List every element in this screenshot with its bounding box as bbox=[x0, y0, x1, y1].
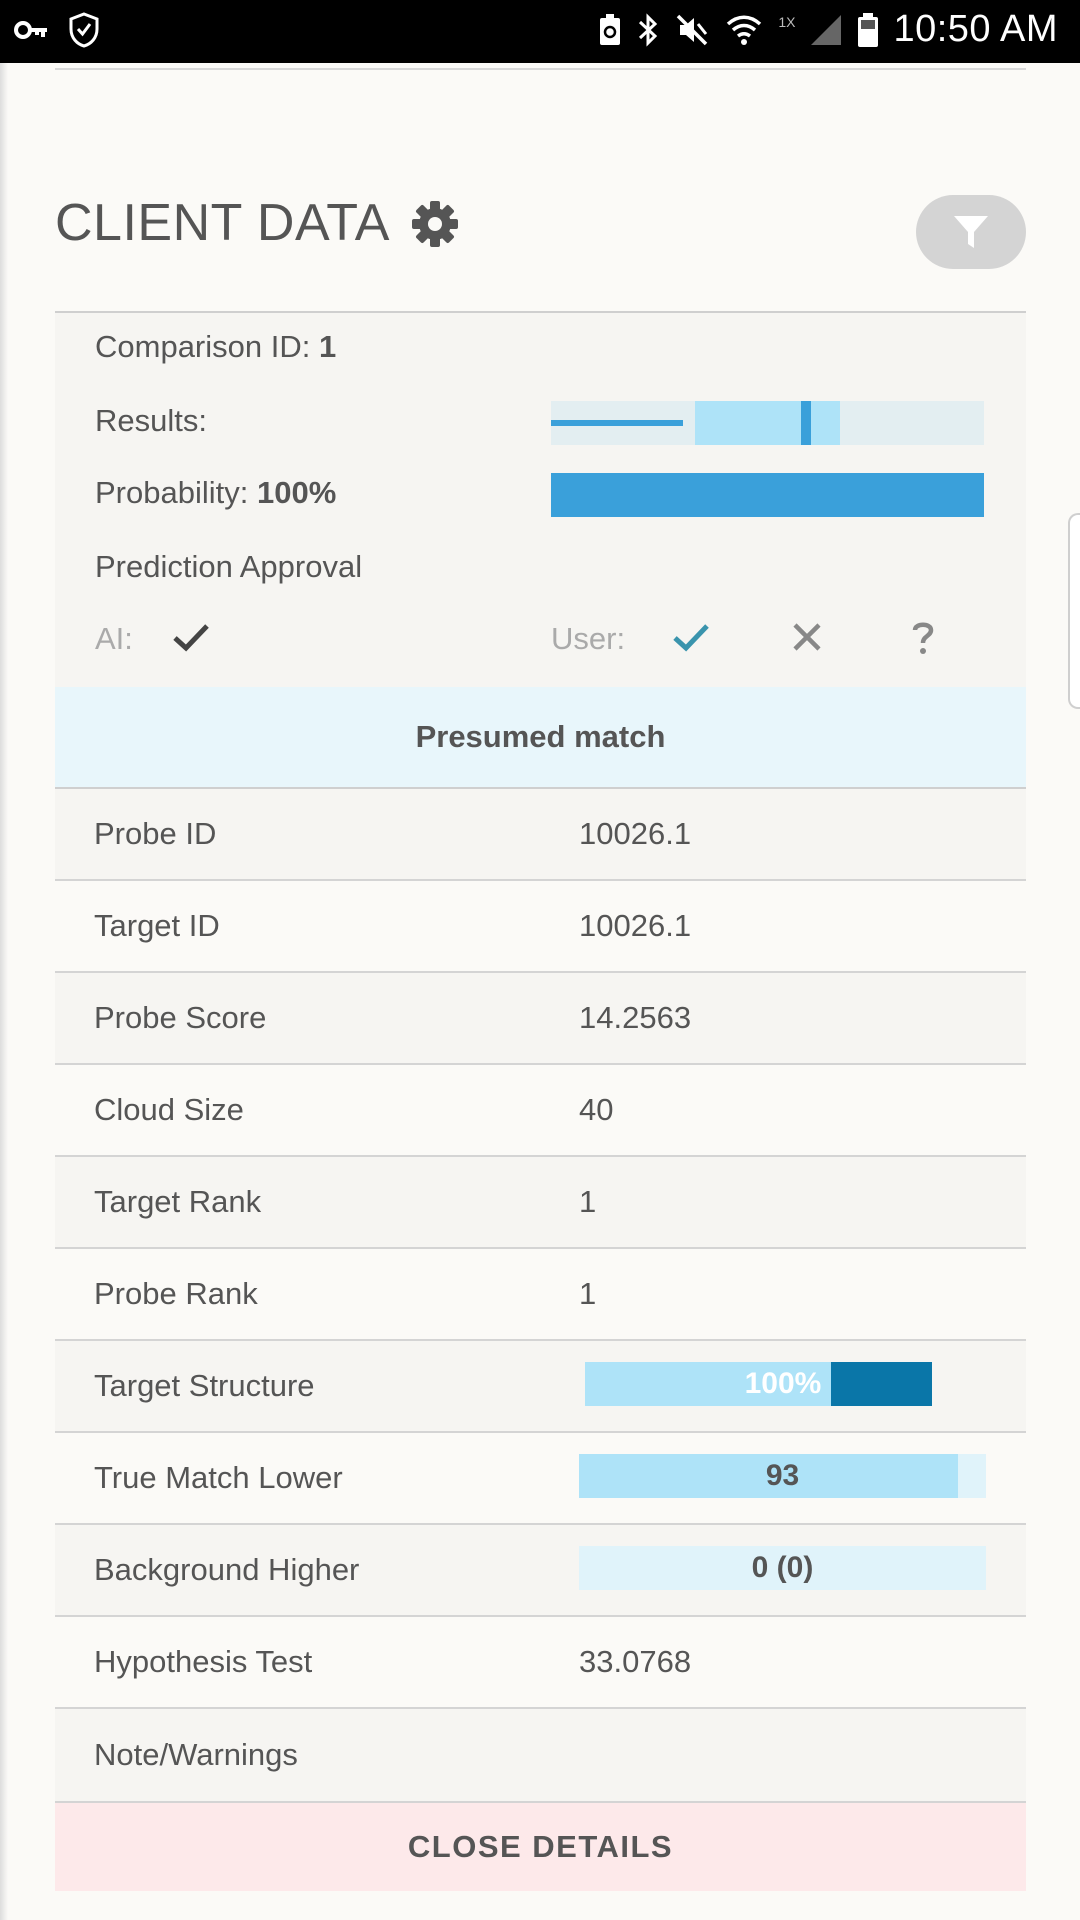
filter-icon bbox=[954, 216, 988, 248]
close-details-button[interactable]: CLOSE DETAILS bbox=[55, 1801, 1026, 1891]
table-row: Target ID 10026.1 bbox=[55, 881, 1026, 973]
row-key: Target ID bbox=[94, 908, 220, 943]
table-row: Probe Score 14.2563 bbox=[55, 973, 1026, 1065]
results-band bbox=[695, 401, 840, 445]
probability-value: 100% bbox=[256, 475, 337, 510]
ai-label: AI: bbox=[95, 621, 133, 656]
divider bbox=[55, 68, 1026, 70]
shield-icon bbox=[69, 12, 99, 48]
unsure-question-icon[interactable] bbox=[903, 617, 943, 657]
wifi-icon bbox=[727, 15, 762, 45]
table-row-target-structure: Target Structure 100% bbox=[55, 1341, 1026, 1433]
reject-close-icon[interactable] bbox=[787, 617, 827, 657]
results-marker bbox=[801, 401, 812, 445]
prediction-approval-label: Prediction Approval bbox=[95, 549, 363, 584]
true-match-lower-text: 93 bbox=[765, 1459, 800, 1492]
table-row-background-higher: Background Higher 0 (0) bbox=[55, 1525, 1026, 1617]
comparison-id-value: 1 bbox=[318, 329, 337, 364]
row-value: 1 bbox=[579, 1184, 597, 1219]
probability-bar bbox=[551, 473, 984, 517]
comparison-id: Comparison ID: 1 bbox=[95, 329, 337, 364]
row-value: 40 bbox=[579, 1092, 614, 1127]
row-key: True Match Lower bbox=[94, 1460, 343, 1495]
user-label: User: bbox=[551, 621, 626, 656]
table-row: Cloud Size 40 bbox=[55, 1065, 1026, 1157]
signal-icon bbox=[811, 14, 842, 45]
gear-icon[interactable] bbox=[410, 199, 460, 249]
true-match-lower-bar: 93 bbox=[579, 1454, 986, 1498]
table-row: Probe Rank 1 bbox=[55, 1249, 1026, 1341]
row-value: 14.2563 bbox=[579, 1000, 692, 1035]
results-bar bbox=[551, 401, 984, 445]
row-key: Background Higher bbox=[94, 1552, 360, 1587]
target-structure-text: 100% bbox=[744, 1367, 822, 1400]
comparison-summary: Comparison ID: 1 Results: Probability: 1… bbox=[55, 313, 1026, 687]
results-label: Results: bbox=[95, 403, 207, 438]
background-higher-bar: 0 (0) bbox=[579, 1546, 986, 1590]
row-value: 10026.1 bbox=[579, 816, 692, 851]
row-key: Target Rank bbox=[94, 1184, 262, 1219]
battery-icon bbox=[858, 12, 879, 47]
status-bar: 1X 10:50 AM bbox=[0, 0, 1080, 63]
row-key: Probe Score bbox=[94, 1000, 267, 1035]
side-drawer-handle[interactable] bbox=[1068, 513, 1080, 709]
row-key: Cloud Size bbox=[94, 1092, 244, 1127]
row-key: Probe ID bbox=[94, 816, 217, 851]
results-line bbox=[551, 420, 684, 426]
table-row-true-match-lower: True Match Lower 93 bbox=[55, 1433, 1026, 1525]
mute-icon bbox=[677, 14, 708, 45]
page-title: CLIENT DATA bbox=[55, 194, 390, 252]
key-icon bbox=[14, 21, 47, 39]
background-higher-text: 0 (0) bbox=[751, 1551, 814, 1584]
clock: 10:50 AM bbox=[893, 8, 1058, 50]
bluetooth-icon bbox=[639, 12, 658, 47]
target-structure-bar: 100% bbox=[585, 1362, 932, 1406]
details-panel: Comparison ID: 1 Results: Probability: 1… bbox=[55, 311, 1026, 1891]
row-key: Target Structure bbox=[94, 1368, 315, 1403]
ai-check-icon bbox=[173, 624, 209, 652]
table-row: Probe ID 10026.1 bbox=[55, 789, 1026, 881]
table-row-notes: Note/Warnings bbox=[55, 1709, 1026, 1801]
probability-fill bbox=[551, 473, 984, 517]
row-key: Hypothesis Test bbox=[94, 1644, 313, 1679]
row-value: 10026.1 bbox=[579, 908, 692, 943]
filter-button[interactable] bbox=[916, 195, 1026, 269]
row-value: 1 bbox=[579, 1276, 597, 1311]
network-type-label: 1X bbox=[778, 13, 796, 30]
battery-saver-icon bbox=[600, 13, 621, 45]
table-row: Target Rank 1 bbox=[55, 1157, 1026, 1249]
row-value: 33.0768 bbox=[579, 1644, 692, 1679]
client-data-screen: CLIENT DATA Comparison ID: 1 Results: Pr… bbox=[0, 63, 1080, 1920]
approve-check-icon[interactable] bbox=[671, 617, 711, 657]
probability: Probability: 100% bbox=[95, 475, 337, 510]
row-key: Note/Warnings bbox=[94, 1737, 298, 1772]
status-banner: Presumed match bbox=[55, 687, 1026, 789]
table-row-hypothesis: Hypothesis Test 33.0768 bbox=[55, 1617, 1026, 1709]
row-key: Probe Rank bbox=[94, 1276, 258, 1311]
